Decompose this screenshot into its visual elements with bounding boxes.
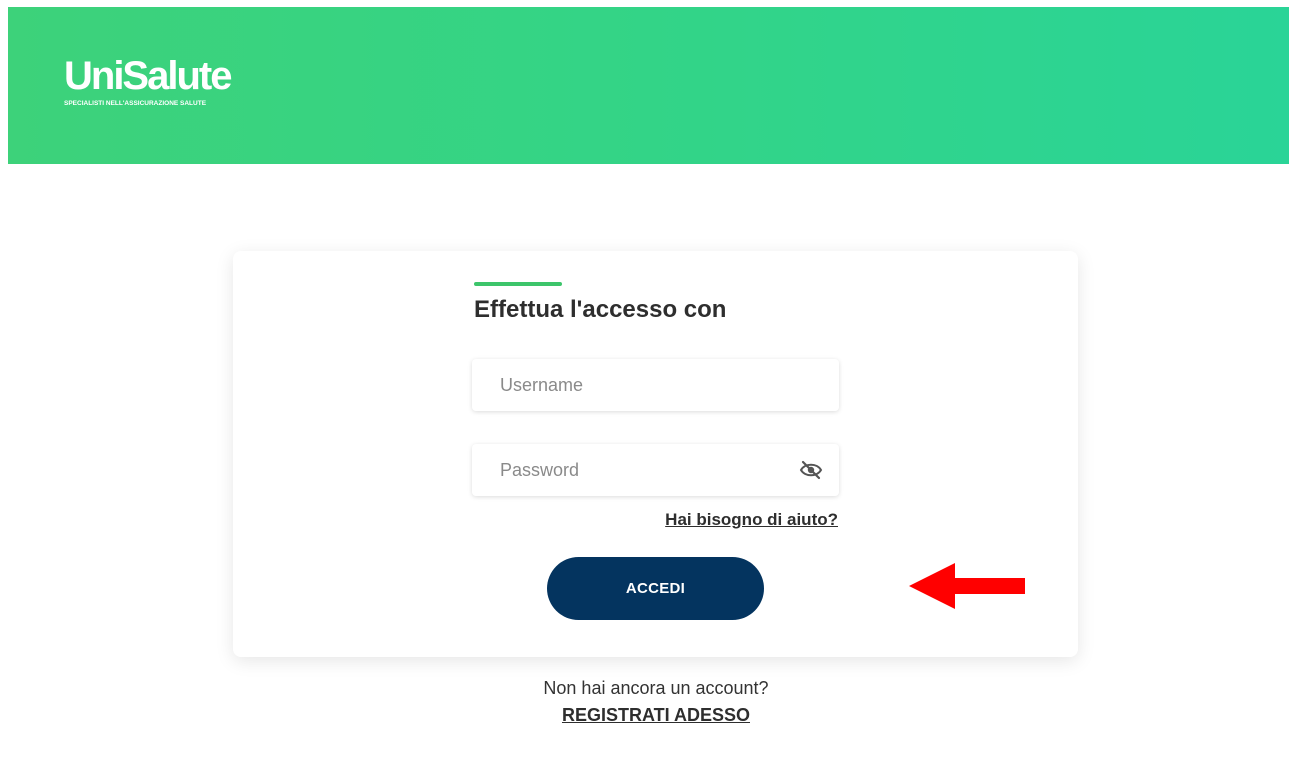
register-link[interactable]: REGISTRATI ADESSO bbox=[562, 705, 750, 725]
logo-name: UniSalute bbox=[64, 54, 232, 98]
no-account-text: Non hai ancora un account? bbox=[543, 678, 769, 698]
login-page: UniSalute SPECIALISTI NELL'ASSICURAZIONE… bbox=[0, 0, 1289, 771]
left-arrow-icon bbox=[909, 563, 1025, 609]
help-link[interactable]: Hai bisogno di aiuto? bbox=[665, 510, 838, 530]
header-banner: UniSalute SPECIALISTI NELL'ASSICURAZIONE… bbox=[8, 7, 1289, 164]
password-field[interactable] bbox=[472, 444, 839, 496]
username-field[interactable] bbox=[472, 359, 839, 411]
eye-slash-icon[interactable] bbox=[799, 460, 823, 480]
username-input[interactable] bbox=[472, 359, 839, 411]
title-accent-bar bbox=[474, 282, 562, 286]
password-input[interactable] bbox=[472, 444, 839, 496]
login-button[interactable]: ACCEDI bbox=[547, 557, 764, 620]
login-title: Effettua l'accesso con bbox=[474, 296, 727, 323]
register-link-row: REGISTRATI ADESSO bbox=[0, 705, 1289, 726]
logo[interactable]: UniSalute SPECIALISTI NELL'ASSICURAZIONE… bbox=[64, 54, 232, 107]
logo-tagline: SPECIALISTI NELL'ASSICURAZIONE SALUTE bbox=[64, 100, 207, 107]
